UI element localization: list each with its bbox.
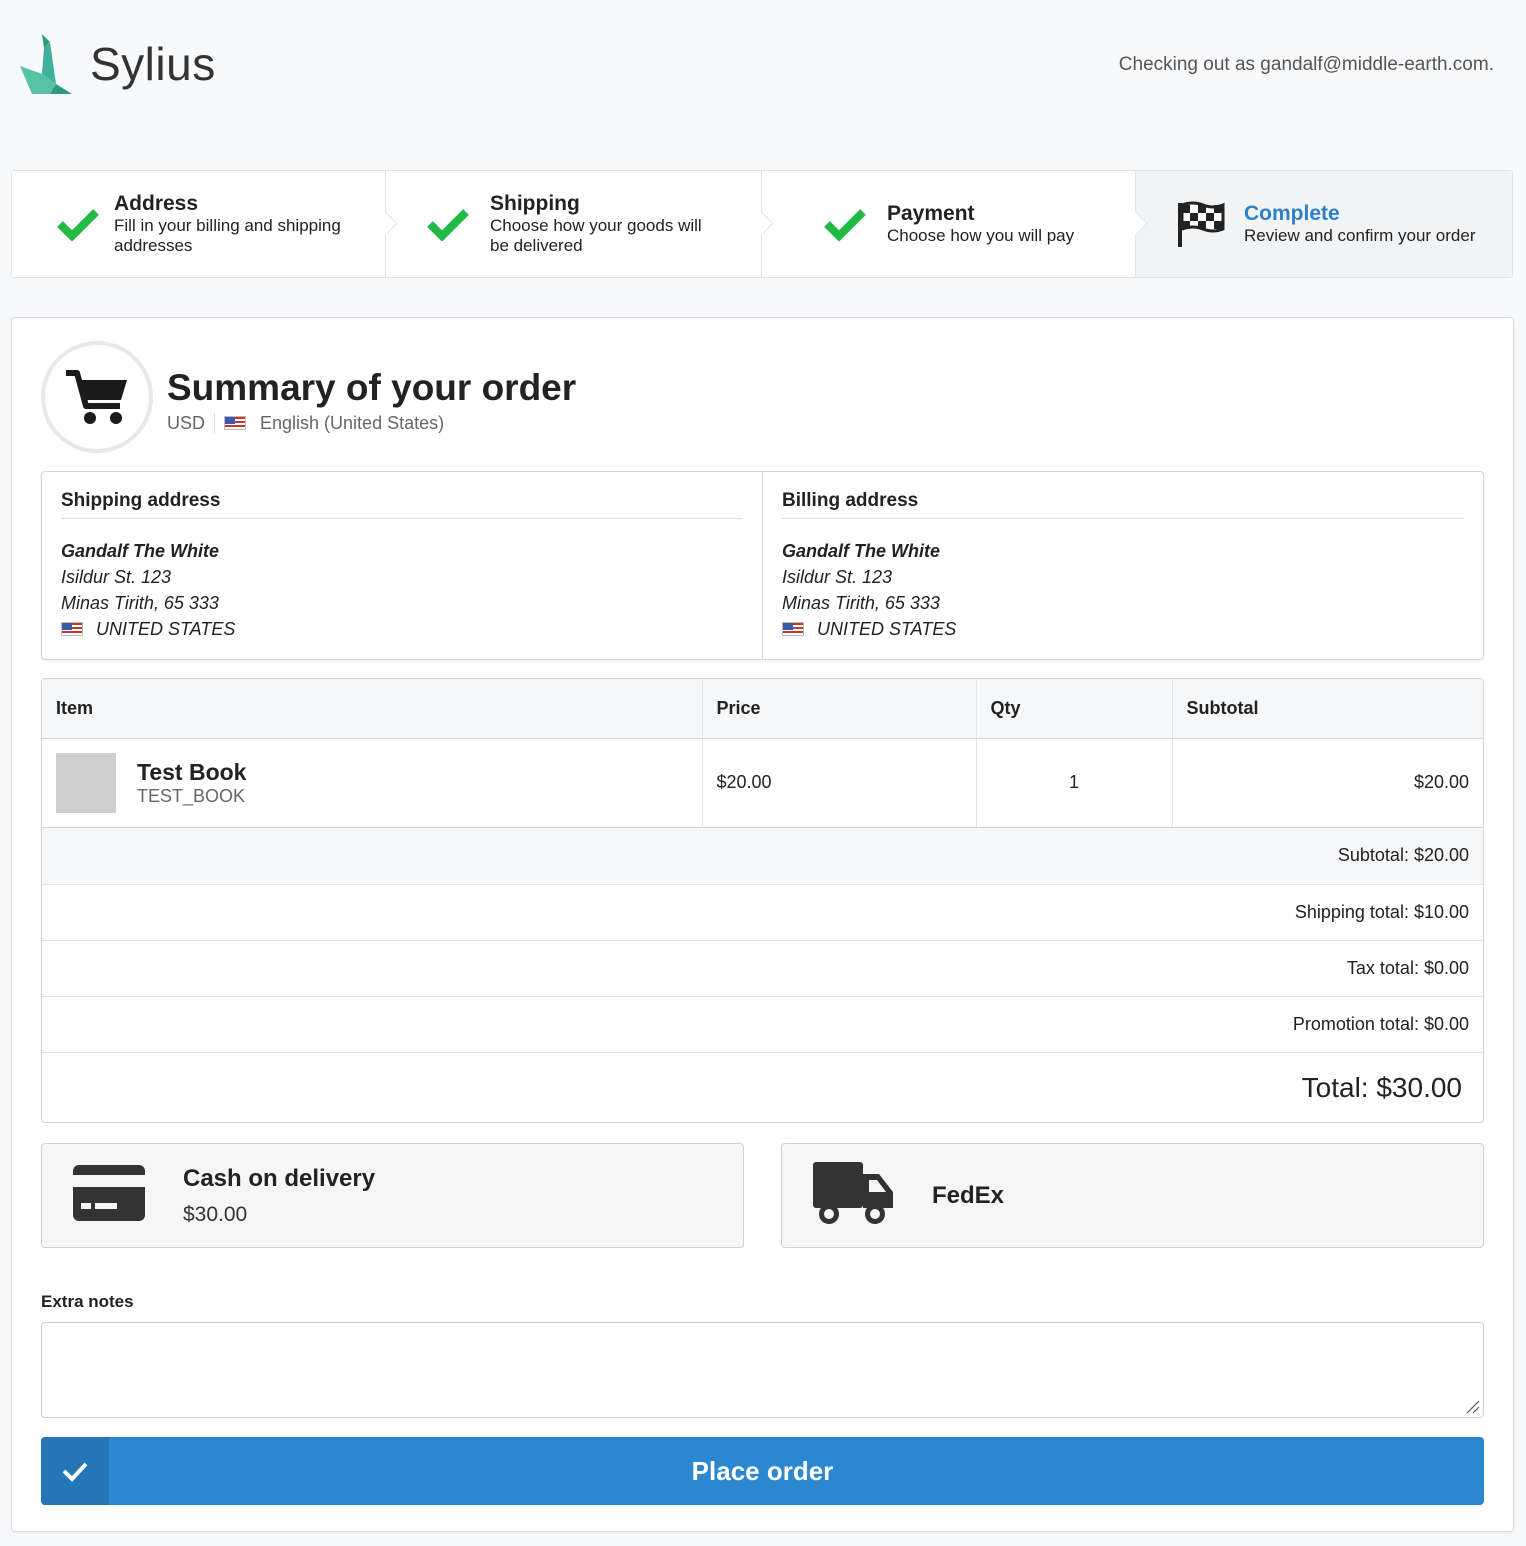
order-summary-card: Summary of your order USD English (Unite… xyxy=(11,317,1514,1532)
shipping-address: Shipping address Gandalf The White Isild… xyxy=(42,472,763,659)
address-country: UNITED STATES xyxy=(96,619,236,639)
payment-method-box: Cash on delivery $30.00 xyxy=(41,1143,744,1248)
step-title: Address xyxy=(114,192,199,215)
credit-card-icon xyxy=(73,1165,145,1226)
step-complete[interactable]: Complete Review and confirm your order xyxy=(1136,171,1512,277)
item-subtotal: $20.00 xyxy=(1172,738,1483,828)
step-description: Review and confirm your order xyxy=(1244,226,1476,245)
tax-total-row: Tax total: $0.00 xyxy=(42,939,1483,996)
step-description: Choose how you will pay xyxy=(887,226,1075,245)
step-description: Choose how your goods will be delivered xyxy=(490,216,702,255)
product-thumbnail xyxy=(56,752,116,813)
order-items-table: Item Price Qty Subtotal Test Book TEST_B… xyxy=(41,678,1484,1123)
address-name: Gandalf The White xyxy=(782,541,941,561)
shipping-method-box: FedEx xyxy=(781,1143,1484,1248)
shipping-address-title: Shipping address xyxy=(61,490,743,519)
subtotal-row: Subtotal: $20.00 xyxy=(42,827,1483,884)
step-title: Shipping xyxy=(490,192,580,215)
address-street: Isildur St. 123 xyxy=(61,567,172,587)
item-price: $20.00 xyxy=(702,738,977,828)
shipping-method-name: FedEx xyxy=(932,1181,1005,1209)
check-icon xyxy=(41,1437,109,1505)
step-title: Payment xyxy=(887,202,975,225)
extra-notes-textarea[interactable] xyxy=(41,1322,1484,1418)
checkout-as-text: Checking out as gandalf@middle-earth.com… xyxy=(1118,54,1494,75)
shipping-total-row: Shipping total: $10.00 xyxy=(42,883,1483,940)
step-payment[interactable]: Payment Choose how you will pay xyxy=(762,171,1148,277)
cart-icon xyxy=(41,341,153,453)
address-city: Minas Tirith, 65 333 xyxy=(782,593,940,613)
place-order-button[interactable]: Place order xyxy=(41,1437,1484,1505)
us-flag-icon xyxy=(61,622,83,636)
item-quantity: 1 xyxy=(976,738,1173,828)
resize-grip-icon[interactable] xyxy=(1465,1399,1481,1415)
promotion-total-row: Promotion total: $0.00 xyxy=(42,995,1483,1052)
check-icon xyxy=(817,207,873,241)
step-title: Complete xyxy=(1244,202,1340,225)
billing-address: Billing address Gandalf The White Isildu… xyxy=(763,472,1483,659)
check-icon xyxy=(420,207,476,241)
column-header-subtotal: Subtotal xyxy=(1172,679,1483,739)
locale-label: English (United States) xyxy=(260,412,445,433)
order-total-row: Total: $30.00 xyxy=(42,1051,1483,1122)
addresses-panel: Shipping address Gandalf The White Isild… xyxy=(41,471,1484,660)
brand-name: Sylius xyxy=(90,38,216,90)
column-header-qty: Qty xyxy=(976,679,1173,739)
address-city: Minas Tirith, 65 333 xyxy=(61,593,219,613)
flag-checkered-icon xyxy=(1172,201,1228,247)
column-header-price: Price xyxy=(702,679,977,739)
header: Sylius Checking out as gandalf@middle-ea… xyxy=(0,0,1526,130)
step-shipping[interactable]: Shipping Choose how your goods will be d… xyxy=(386,171,774,277)
billing-address-title: Billing address xyxy=(782,490,1464,519)
address-country: UNITED STATES xyxy=(817,619,957,639)
column-header-item: Item xyxy=(42,679,703,739)
currency-label: USD xyxy=(167,412,206,433)
step-address[interactable]: Address Fill in your billing and shippin… xyxy=(12,171,398,277)
extra-notes-label: Extra notes xyxy=(41,1292,134,1311)
sylius-swan-icon xyxy=(20,34,72,94)
address-street: Isildur St. 123 xyxy=(782,567,893,587)
place-order-label: Place order xyxy=(691,1455,834,1486)
check-icon xyxy=(50,207,106,241)
product-name: Test Book xyxy=(137,758,247,785)
checkout-steps: Address Fill in your billing and shippin… xyxy=(11,170,1513,278)
step-description: Fill in your billing and shipping addres… xyxy=(114,216,341,255)
page-title: Summary of your order xyxy=(167,366,577,408)
truck-icon xyxy=(813,1160,895,1231)
us-flag-icon xyxy=(782,622,804,636)
summary-header: Summary of your order USD English (Unite… xyxy=(41,341,576,453)
us-flag-icon xyxy=(224,416,247,430)
sylius-logo[interactable]: Sylius xyxy=(20,34,216,94)
address-name: Gandalf The White xyxy=(61,541,220,561)
payment-method-name: Cash on delivery xyxy=(183,1164,376,1192)
table-row: Test Book TEST_BOOK $20.00 1 $20.00 xyxy=(42,738,1483,828)
product-code: TEST_BOOK xyxy=(137,785,246,806)
payment-amount: $30.00 xyxy=(183,1202,248,1226)
